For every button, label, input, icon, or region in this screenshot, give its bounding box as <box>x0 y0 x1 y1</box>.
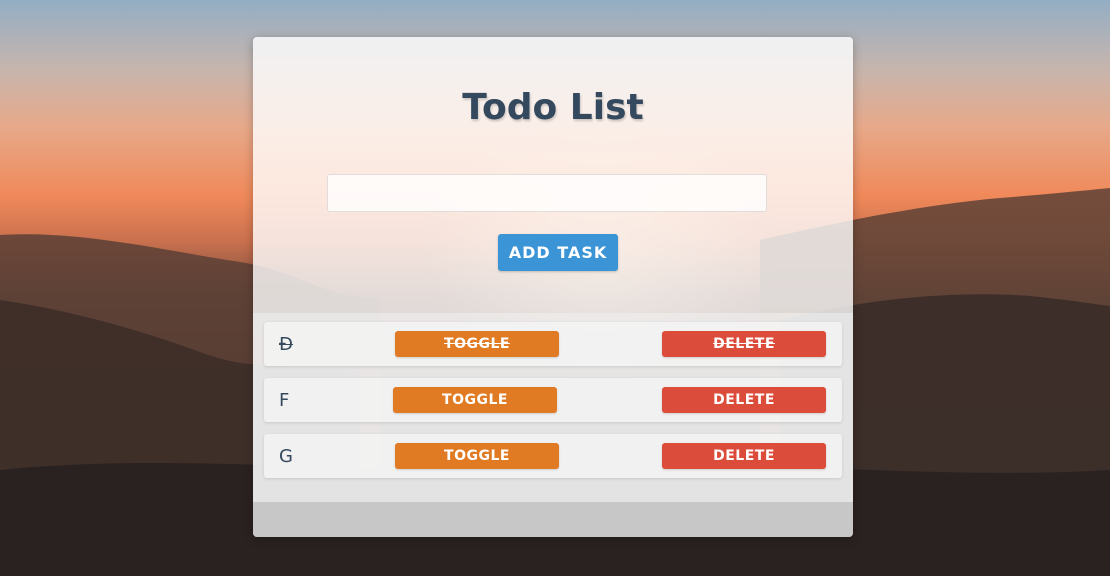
task-text: G <box>279 446 293 467</box>
task-text: F <box>279 390 290 411</box>
task-item: G TOGGLE DELETE <box>264 434 842 478</box>
toggle-button[interactable]: TOGGLE <box>393 387 557 413</box>
toggle-button[interactable]: TOGGLE <box>395 331 559 357</box>
task-text: Đ <box>279 334 293 355</box>
delete-button[interactable]: DELETE <box>662 387 826 413</box>
task-input[interactable] <box>327 174 767 212</box>
task-list: Đ TOGGLE DELETE F TOGGLE DELETE G TOGGLE… <box>253 313 853 502</box>
delete-button[interactable]: DELETE <box>662 331 826 357</box>
card-footer <box>253 502 853 537</box>
task-item: Đ TOGGLE DELETE <box>264 322 842 366</box>
toggle-button[interactable]: TOGGLE <box>395 443 559 469</box>
add-task-button[interactable]: ADD TASK <box>498 234 618 271</box>
task-item: F TOGGLE DELETE <box>264 378 842 422</box>
page-title: Todo List <box>462 87 644 128</box>
delete-button[interactable]: DELETE <box>662 443 826 469</box>
todo-card: Todo List ADD TASK Đ TOGGLE DELETE F TOG… <box>253 37 853 537</box>
